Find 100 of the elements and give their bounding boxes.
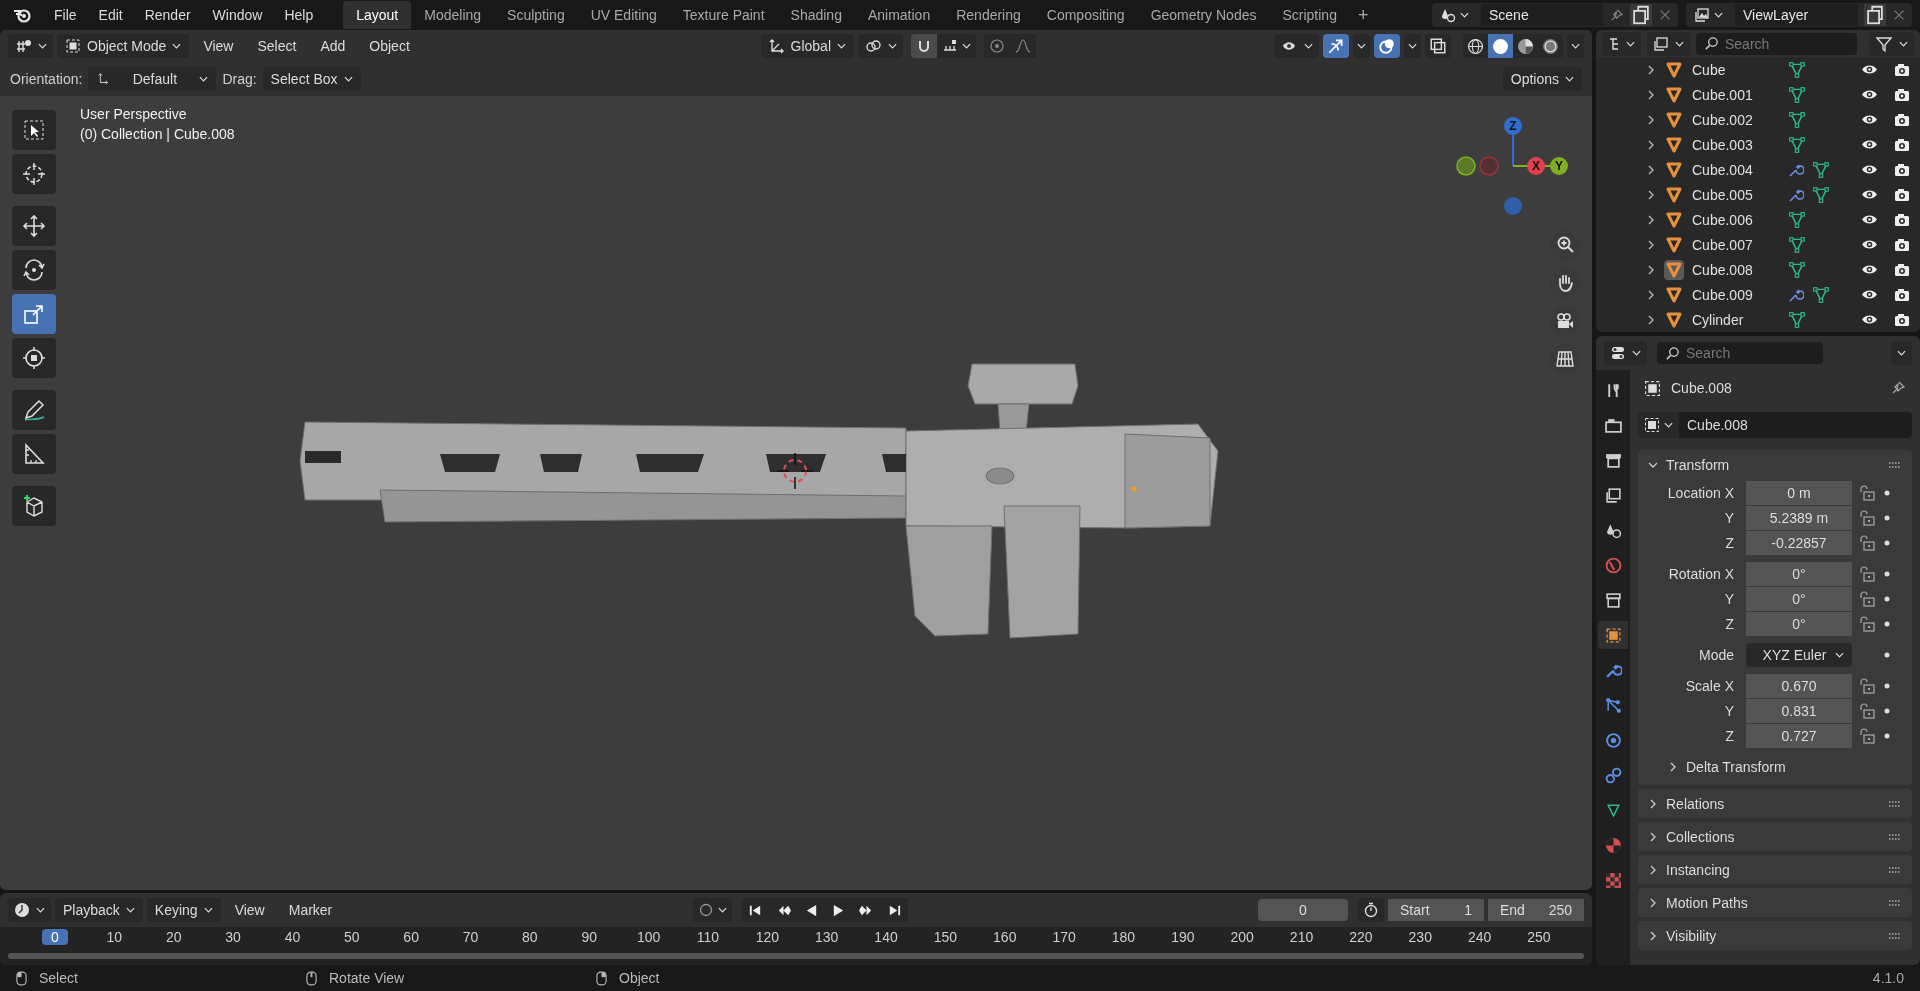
duplicate-icon[interactable] bbox=[1864, 4, 1886, 26]
drag-handle-icon[interactable] bbox=[1888, 833, 1902, 840]
timeline-menu[interactable]: Marker bbox=[278, 898, 343, 922]
menu-item[interactable]: Help bbox=[274, 3, 324, 27]
visibility-button[interactable] bbox=[1274, 34, 1319, 58]
select-tool-button[interactable] bbox=[12, 110, 56, 150]
gizmo-options-button[interactable] bbox=[1353, 34, 1370, 58]
mesh-data-icon[interactable] bbox=[1812, 285, 1830, 304]
outliner-item-name[interactable]: Cube.008 bbox=[1692, 261, 1780, 278]
number-field[interactable]: 0° bbox=[1746, 612, 1852, 636]
drag-handle-icon[interactable] bbox=[1888, 866, 1902, 873]
camera-icon[interactable] bbox=[1894, 236, 1910, 253]
mode-dropdown[interactable]: Object Mode bbox=[57, 34, 190, 58]
preview-range-toggle[interactable] bbox=[1358, 898, 1384, 922]
timeline-menu-dropdown[interactable]: Keying bbox=[146, 898, 221, 922]
object-name-field[interactable]: Cube.008 bbox=[1679, 412, 1912, 438]
annotate-tool-button[interactable] bbox=[12, 390, 56, 430]
keyframe-dot-icon[interactable] bbox=[1884, 571, 1890, 577]
mesh-data-icon[interactable] bbox=[1788, 210, 1806, 229]
outliner-item-name[interactable]: Cube.009 bbox=[1692, 286, 1780, 303]
measure-tool-button[interactable] bbox=[12, 434, 56, 474]
scene-name-field[interactable]: Scene bbox=[1481, 4, 1603, 26]
number-field[interactable]: 0° bbox=[1746, 562, 1852, 586]
keyframe-dot-icon[interactable] bbox=[1884, 652, 1890, 658]
keyframe-dot-icon[interactable] bbox=[1884, 621, 1890, 627]
drag-handle-icon[interactable] bbox=[1888, 899, 1902, 906]
number-field[interactable]: 5.2389 m bbox=[1746, 506, 1852, 530]
cursor-tool-button[interactable] bbox=[12, 154, 56, 194]
mesh-data-icon[interactable] bbox=[1788, 60, 1806, 79]
camera-icon[interactable] bbox=[1894, 136, 1910, 153]
scale-tool-button[interactable] bbox=[12, 294, 56, 334]
overlay-toggle[interactable] bbox=[1374, 34, 1400, 58]
workspace-tab[interactable]: Modeling bbox=[411, 1, 495, 29]
pin-icon[interactable] bbox=[1890, 380, 1906, 396]
camera-icon[interactable] bbox=[1894, 161, 1910, 178]
end-frame-field[interactable]: End 250 bbox=[1488, 899, 1584, 921]
editor-type-button[interactable] bbox=[8, 898, 51, 922]
camera-icon[interactable] bbox=[1894, 261, 1910, 278]
xray-toggle[interactable] bbox=[1425, 34, 1451, 58]
menu-item[interactable]: File bbox=[44, 3, 87, 27]
scrollbar[interactable] bbox=[8, 953, 1584, 959]
filter-button[interactable] bbox=[1869, 31, 1914, 56]
keyframe-dot-icon[interactable] bbox=[1884, 490, 1890, 496]
start-frame-field[interactable]: Start 1 bbox=[1388, 899, 1484, 921]
outliner-item-name[interactable]: Cube.003 bbox=[1692, 136, 1780, 153]
camera-icon[interactable] bbox=[1894, 286, 1910, 303]
outliner-item-name[interactable]: Cylinder bbox=[1692, 311, 1780, 328]
timeline-menu[interactable]: View bbox=[224, 898, 275, 922]
lock-icon[interactable] bbox=[1858, 510, 1876, 526]
options-dropdown-button[interactable] bbox=[1891, 341, 1912, 365]
object-properties-tab[interactable] bbox=[1598, 621, 1628, 649]
add-cube-tool-button[interactable] bbox=[12, 486, 56, 526]
outliner-item-name[interactable]: Cube.007 bbox=[1692, 236, 1780, 253]
delta-transform-subpanel-header[interactable]: Delta Transform bbox=[1638, 755, 1912, 779]
transform-panel-header[interactable]: Transform bbox=[1638, 450, 1912, 479]
display-mode-button[interactable] bbox=[1602, 31, 1641, 56]
outliner-item-name[interactable]: Cube.006 bbox=[1692, 211, 1780, 228]
drag-dropdown[interactable]: Select Box bbox=[262, 67, 361, 91]
workspace-tab[interactable]: Rendering bbox=[943, 1, 1034, 29]
wrench-icon[interactable] bbox=[1788, 186, 1804, 203]
header-menu[interactable]: Select bbox=[247, 34, 307, 58]
workspace-tab[interactable]: Texture Paint bbox=[669, 1, 778, 29]
drag-handle-icon[interactable] bbox=[1888, 800, 1902, 807]
camera-icon[interactable] bbox=[1894, 211, 1910, 228]
number-field[interactable]: -0.22857 bbox=[1746, 531, 1852, 555]
number-field[interactable]: 0.727 bbox=[1746, 724, 1852, 748]
mesh-data-icon[interactable] bbox=[1788, 260, 1806, 279]
mesh-data-icon[interactable] bbox=[1788, 135, 1806, 154]
workspace-tab[interactable]: Layout bbox=[343, 1, 412, 29]
number-field[interactable]: 0° bbox=[1746, 587, 1852, 611]
view-layer-name-field[interactable]: ViewLayer bbox=[1735, 4, 1858, 26]
timeline-menu-dropdown[interactable]: Playback bbox=[55, 898, 143, 922]
orientation-dropdown[interactable]: Default bbox=[88, 67, 217, 91]
search-field[interactable]: Search bbox=[1696, 32, 1857, 55]
outliner-item-name[interactable]: Cube.005 bbox=[1692, 186, 1780, 203]
camera-icon[interactable] bbox=[1894, 111, 1910, 128]
rotation-mode-dropdown[interactable]: XYZ Euler bbox=[1746, 643, 1852, 667]
object-browse-button[interactable] bbox=[1638, 412, 1679, 438]
keyframe-dot-icon[interactable] bbox=[1884, 733, 1890, 739]
editor-type-button[interactable] bbox=[8, 34, 53, 58]
header-menu[interactable]: Object bbox=[359, 34, 420, 58]
lock-icon[interactable] bbox=[1858, 591, 1876, 607]
transform-orientation-dropdown[interactable]: Global bbox=[760, 34, 854, 58]
mesh-data-icon[interactable] bbox=[1788, 85, 1806, 104]
duplicate-icon[interactable] bbox=[1630, 4, 1652, 26]
camera-icon[interactable] bbox=[1894, 86, 1910, 103]
overlay-options-button[interactable] bbox=[1404, 34, 1421, 58]
panel-header[interactable]: Collections bbox=[1638, 822, 1912, 851]
outliner-item-name[interactable]: Cube bbox=[1692, 61, 1780, 78]
camera-icon[interactable] bbox=[1894, 311, 1910, 328]
move-tool-button[interactable] bbox=[12, 206, 56, 246]
auto-keying-toggle[interactable] bbox=[692, 898, 732, 922]
mesh-data-icon[interactable] bbox=[1788, 310, 1806, 329]
mesh-data-icon[interactable] bbox=[1812, 185, 1830, 204]
keyframe-dot-icon[interactable] bbox=[1884, 515, 1890, 521]
pivot-point-button[interactable] bbox=[858, 34, 903, 58]
add-workspace-button[interactable]: + bbox=[1349, 2, 1377, 28]
lock-icon[interactable] bbox=[1858, 703, 1876, 719]
workspace-tab[interactable]: Animation bbox=[854, 1, 944, 29]
number-field[interactable]: 0.831 bbox=[1746, 699, 1852, 723]
